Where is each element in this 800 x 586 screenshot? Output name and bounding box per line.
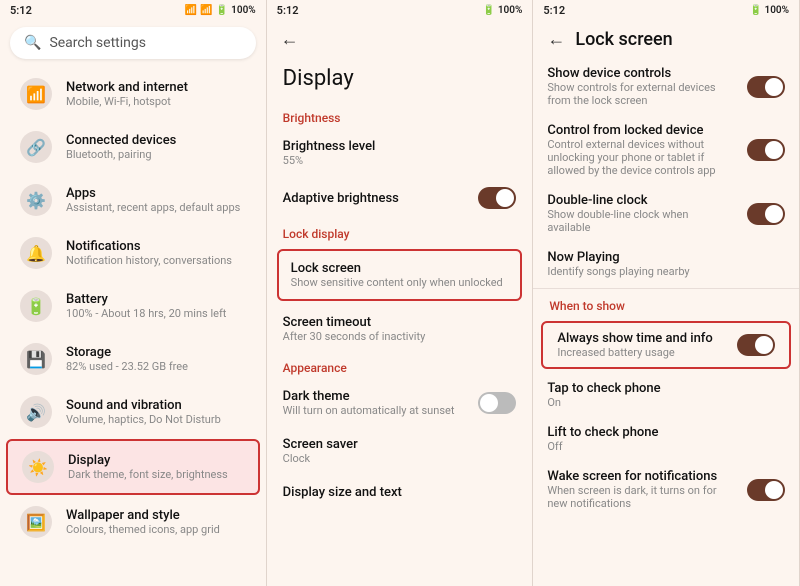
always-show-row[interactable]: Always show time and info Increased batt…	[541, 321, 791, 369]
item-sub-network: Mobile, Wi-Fi, hotspot	[66, 95, 188, 108]
settings-item-wallpaper[interactable]: 🖼️ Wallpaper and style Colours, themed i…	[6, 496, 260, 548]
settings-list: 📶 Network and internet Mobile, Wi-Fi, ho…	[0, 67, 266, 586]
lockscreen-header: ← Lock screen	[533, 21, 799, 58]
item-sub-storage: 82% used - 23.52 GB free	[66, 360, 188, 373]
toggle-always-show[interactable]	[737, 334, 775, 356]
display-item-darktheme[interactable]: Dark theme Will turn on automatically at…	[267, 379, 533, 427]
settings-item-sound[interactable]: 🔊 Sound and vibration Volume, haptics, D…	[6, 386, 260, 438]
settings-item-battery[interactable]: 🔋 Battery 100% - About 18 hrs, 20 mins l…	[6, 280, 260, 332]
panel-settings-main: 5:12 📶 📶 🔋 100% 🔍 Search settings 📶 Netw…	[0, 0, 267, 586]
item-sub-sound: Volume, haptics, Do Not Disturb	[66, 413, 221, 426]
panel-lockscreen: 5:12 🔋 100% ← Lock screen Show device co…	[533, 0, 800, 586]
item-title-apps: Apps	[66, 186, 240, 201]
item-title-battery: Battery	[66, 292, 226, 307]
lock-item-devicecontrols[interactable]: Show device controls Show controls for e…	[533, 58, 799, 115]
display-item-screensaver[interactable]: Screen saver Clock	[267, 427, 533, 475]
status-icons-panel1: 📶 📶 🔋 100%	[185, 5, 256, 16]
display-item-screentimeout[interactable]: Screen timeout After 30 seconds of inact…	[267, 305, 533, 353]
icon-wallpaper: 🖼️	[20, 506, 52, 538]
display-item-adaptive[interactable]: Adaptive brightness	[267, 177, 533, 219]
icon-connected: 🔗	[20, 131, 52, 163]
settings-item-storage[interactable]: 💾 Storage 82% used - 23.52 GB free	[6, 333, 260, 385]
lock-item-controlfromlocked[interactable]: Control from locked device Control exter…	[533, 115, 799, 185]
lockscreen-nav-item[interactable]: Lock screen Show sensitive content only …	[277, 249, 523, 301]
section-label-appearance: Appearance	[267, 353, 533, 379]
icon-apps: ⚙️	[20, 184, 52, 216]
status-bar-panel3: 5:12 🔋 100%	[533, 0, 799, 21]
search-icon: 🔍	[24, 35, 41, 51]
toggle-devicecontrols[interactable]	[747, 76, 785, 98]
icon-battery: 🔋	[20, 290, 52, 322]
section-label-lock-display: Lock display	[267, 219, 533, 245]
when-to-show-divider	[533, 288, 799, 289]
icon-display: ☀️	[22, 451, 54, 483]
item-title-display: Display	[68, 453, 228, 468]
section-label-brightness: Brightness	[267, 103, 533, 129]
toggle-doubleclock[interactable]	[747, 203, 785, 225]
icon-storage: 💾	[20, 343, 52, 375]
search-placeholder: Search settings	[49, 35, 146, 51]
when-item-liftcheck[interactable]: Lift to check phone Off	[533, 417, 799, 461]
item-sub-apps: Assistant, recent apps, default apps	[66, 201, 240, 214]
icon-notifications: 🔔	[20, 237, 52, 269]
lockscreen-content: Show device controls Show controls for e…	[533, 58, 799, 586]
display-title: Display	[267, 58, 533, 103]
when-item-tapcheck[interactable]: Tap to check phone On	[533, 373, 799, 417]
item-title-sound: Sound and vibration	[66, 398, 221, 413]
back-button-lockscreen[interactable]: ←	[547, 29, 565, 50]
toggle-adaptive[interactable]	[478, 187, 516, 209]
panel-display: 5:12 🔋 100% ← Display Brightness Brightn…	[267, 0, 534, 586]
lockscreen-title: Lock screen	[575, 29, 672, 50]
time-panel1: 5:12	[10, 4, 32, 17]
item-sub-connected: Bluetooth, pairing	[66, 148, 176, 161]
icon-network: 📶	[20, 78, 52, 110]
icon-sound: 🔊	[20, 396, 52, 428]
item-title-connected: Connected devices	[66, 133, 176, 148]
settings-item-connected[interactable]: 🔗 Connected devices Bluetooth, pairing	[6, 121, 260, 173]
item-sub-display: Dark theme, font size, brightness	[68, 468, 228, 481]
status-bar-panel2: 5:12 🔋 100%	[267, 0, 533, 21]
settings-item-apps[interactable]: ⚙️ Apps Assistant, recent apps, default …	[6, 174, 260, 226]
display-item-displaysize[interactable]: Display size and text	[267, 475, 533, 510]
toggle-darktheme[interactable]	[478, 392, 516, 414]
display-header: ←	[267, 21, 533, 58]
item-sub-battery: 100% - About 18 hrs, 20 mins left	[66, 307, 226, 320]
item-title-notifications: Notifications	[66, 239, 232, 254]
display-item-brightness[interactable]: Brightness level 55%	[267, 129, 533, 177]
lock-item-doubleclock[interactable]: Double-line clock Show double-line clock…	[533, 185, 799, 242]
toggle-controlfromlocked[interactable]	[747, 139, 785, 161]
lock-item-nowplaying[interactable]: Now Playing Identify songs playing nearb…	[533, 242, 799, 286]
item-title-network: Network and internet	[66, 80, 188, 95]
item-title-storage: Storage	[66, 345, 188, 360]
settings-item-notifications[interactable]: 🔔 Notifications Notification history, co…	[6, 227, 260, 279]
back-button-display[interactable]: ←	[281, 29, 299, 50]
when-item-wakenotif[interactable]: Wake screen for notifications When scree…	[533, 461, 799, 518]
display-content: Brightness Brightness level 55% Adaptive…	[267, 103, 533, 586]
when-to-show-label: When to show	[533, 291, 799, 317]
item-title-wallpaper: Wallpaper and style	[66, 508, 220, 523]
status-bar-panel1: 5:12 📶 📶 🔋 100%	[0, 0, 266, 21]
toggle-wakenotif[interactable]	[747, 479, 785, 501]
search-bar[interactable]: 🔍 Search settings	[10, 27, 256, 59]
item-sub-wallpaper: Colours, themed icons, app grid	[66, 523, 220, 536]
item-sub-notifications: Notification history, conversations	[66, 254, 232, 267]
settings-item-network[interactable]: 📶 Network and internet Mobile, Wi-Fi, ho…	[6, 68, 260, 120]
settings-item-display[interactable]: ☀️ Display Dark theme, font size, bright…	[6, 439, 260, 495]
